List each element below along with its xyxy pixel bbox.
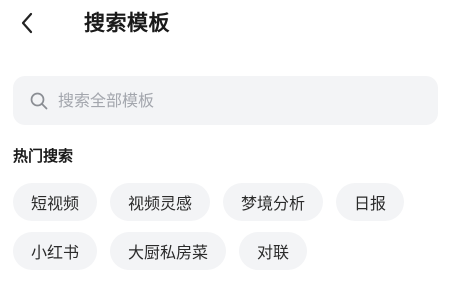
hot-search-title: 热门搜索	[13, 147, 74, 165]
hot-tag[interactable]: 大厨私房菜	[110, 232, 227, 270]
search-bar[interactable]	[13, 76, 438, 125]
back-button[interactable]	[12, 8, 42, 38]
search-icon	[30, 92, 48, 110]
hot-tag[interactable]: 梦境分析	[223, 183, 324, 221]
hot-search-tags: 短视频 视频灵感 梦境分析 日报 小红书 大厨私房菜 对联	[13, 183, 443, 281]
chevron-left-icon	[21, 12, 33, 34]
hot-tag[interactable]: 小红书	[13, 232, 98, 270]
hot-tag[interactable]: 对联	[239, 232, 308, 270]
search-input[interactable]	[58, 85, 398, 116]
tag-row: 小红书 大厨私房菜 对联	[13, 232, 443, 270]
header: 搜索模板	[0, 0, 450, 48]
tag-row: 短视频 视频灵感 梦境分析 日报	[13, 183, 443, 221]
hot-tag[interactable]: 日报	[336, 183, 405, 221]
page-title: 搜索模板	[84, 11, 170, 35]
hot-tag[interactable]: 短视频	[13, 183, 98, 221]
hot-tag[interactable]: 视频灵感	[110, 183, 211, 221]
